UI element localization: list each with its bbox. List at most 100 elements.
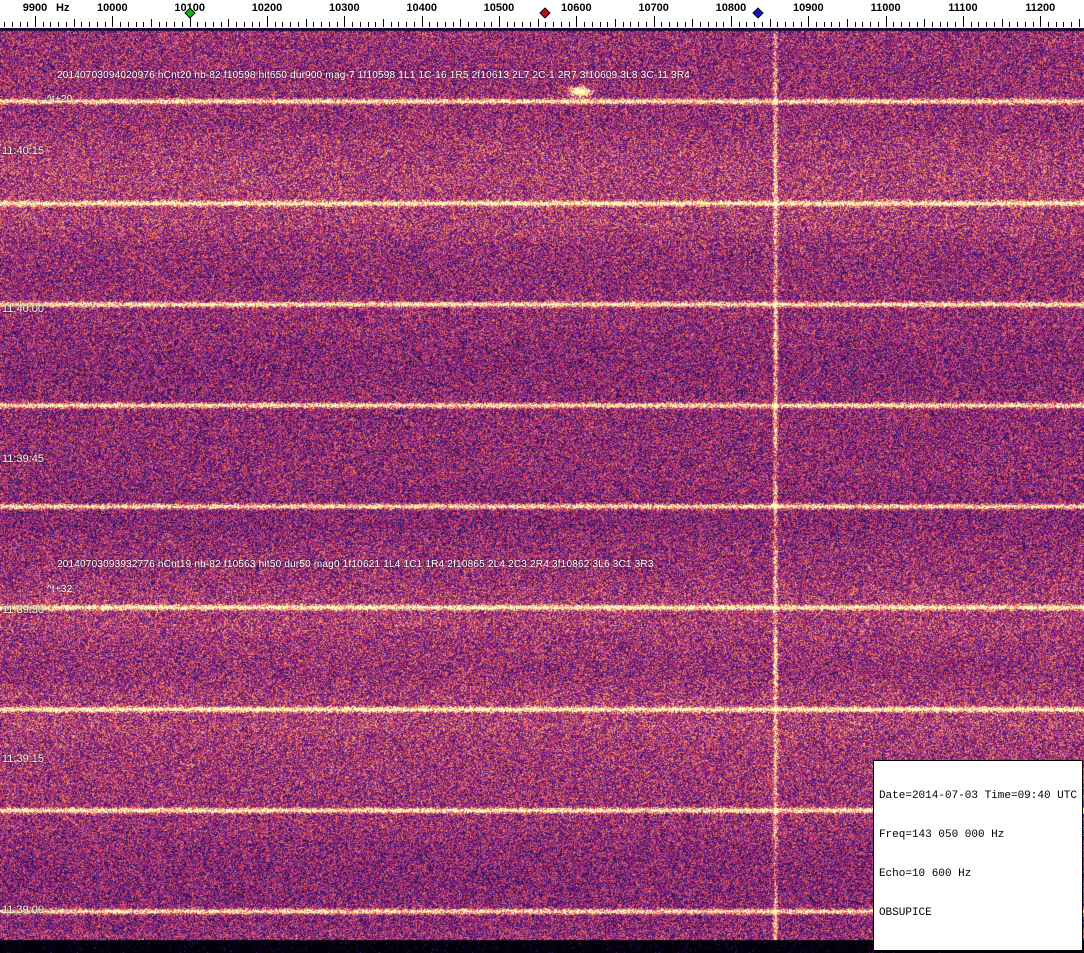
ruler-tick xyxy=(429,22,430,27)
ruler-tick xyxy=(151,19,152,27)
ruler-tick xyxy=(685,22,686,27)
ruler-tick xyxy=(267,16,268,27)
ruler-tick xyxy=(166,22,167,27)
ruler-tick xyxy=(839,22,840,27)
ruler-tick xyxy=(955,22,956,27)
ruler-tick xyxy=(793,22,794,27)
ruler-tick xyxy=(692,19,693,27)
ruler-label: 10600 xyxy=(561,2,592,14)
ruler-tick xyxy=(105,22,106,27)
ruler-tick xyxy=(368,22,369,27)
ruler-tick xyxy=(909,22,910,27)
ruler-tick xyxy=(437,22,438,27)
ruler-tick xyxy=(646,22,647,27)
ruler-tick xyxy=(360,22,361,27)
ruler-tick xyxy=(855,22,856,27)
ruler-tick xyxy=(50,22,51,27)
ruler-tick xyxy=(136,22,137,27)
ruler-unit-label: Hz xyxy=(56,2,69,14)
blue-frequency-marker-diamond[interactable] xyxy=(752,7,763,18)
ruler-tick xyxy=(66,22,67,27)
ruler-tick xyxy=(12,22,13,27)
ruler-tick xyxy=(313,22,314,27)
ruler-tick xyxy=(128,22,129,27)
ruler-tick xyxy=(89,22,90,27)
ruler-tick xyxy=(4,22,5,27)
ruler-tick xyxy=(81,22,82,27)
ruler-label: 10800 xyxy=(716,2,747,14)
ruler-tick xyxy=(739,22,740,27)
ruler-tick xyxy=(669,22,670,27)
info-line-date-time: Date=2014-07-03 Time=09:40 UTC xyxy=(879,790,1077,803)
ruler-tick xyxy=(762,22,763,27)
ruler-tick xyxy=(213,22,214,27)
ruler-tick xyxy=(886,16,887,27)
ruler-tick xyxy=(994,22,995,27)
ruler-label: 10300 xyxy=(329,2,360,14)
ruler-tick xyxy=(414,22,415,27)
detection-annotation: 20140703094020976 hCnt20 nb-82 f10598 hi… xyxy=(57,70,690,81)
ruler-tick xyxy=(35,16,36,27)
ruler-tick xyxy=(1040,16,1041,27)
ruler-tick xyxy=(623,22,624,27)
ruler-tick xyxy=(507,22,508,27)
ruler-tick xyxy=(221,22,222,27)
ruler-tick xyxy=(445,22,446,27)
ruler-tick xyxy=(785,22,786,27)
ruler-tick xyxy=(870,22,871,27)
ruler-tick xyxy=(878,22,879,27)
ruler-tick xyxy=(700,22,701,27)
frequency-ruler: 9900100001010010200103001040010500106001… xyxy=(0,0,1084,28)
ruler-tick xyxy=(275,22,276,27)
ruler-tick xyxy=(607,22,608,27)
ruler-label: 10900 xyxy=(793,2,824,14)
ruler-tick xyxy=(1009,22,1010,27)
ruler-tick xyxy=(398,22,399,27)
ruler-tick xyxy=(259,22,260,27)
ruler-tick xyxy=(1048,22,1049,27)
ruler-tick xyxy=(252,22,253,27)
red-frequency-marker-diamond[interactable] xyxy=(540,7,551,18)
ruler-tick xyxy=(375,22,376,27)
ruler-tick xyxy=(708,22,709,27)
ruler-tick xyxy=(584,22,585,27)
ruler-tick xyxy=(569,22,570,27)
ruler-tick xyxy=(770,19,771,27)
ruler-tick xyxy=(654,16,655,27)
ruler-tick xyxy=(453,22,454,27)
ruler-label: 11200 xyxy=(1025,2,1055,14)
info-line-station: OBSUPICE xyxy=(879,907,1077,920)
ruler-tick xyxy=(777,22,778,27)
ruler-tick xyxy=(244,22,245,27)
ruler-tick xyxy=(97,22,98,27)
ruler-tick xyxy=(182,22,183,27)
ruler-tick xyxy=(986,22,987,27)
ruler-tick xyxy=(1002,19,1003,27)
info-line-frequency: Freq=143 050 000 Hz xyxy=(879,829,1077,842)
ruler-tick xyxy=(917,22,918,27)
ruler-tick xyxy=(143,22,144,27)
ruler-tick xyxy=(58,22,59,27)
detection-annotation: 20140703093932776 hCnt19 nb-82 f10563 hi… xyxy=(57,559,654,570)
ruler-tick xyxy=(27,22,28,27)
ruler-label: 10500 xyxy=(484,2,515,14)
ruler-label: 10200 xyxy=(252,2,283,14)
ruler-tick xyxy=(391,22,392,27)
ruler-tick xyxy=(901,22,902,27)
ruler-tick xyxy=(947,22,948,27)
ruler-tick xyxy=(383,19,384,27)
ruler-tick xyxy=(847,19,848,27)
time-label: 11:39:00 xyxy=(2,904,44,916)
ruler-tick xyxy=(159,22,160,27)
ruler-tick xyxy=(406,22,407,27)
ruler-label: 11100 xyxy=(948,2,977,14)
ruler-tick xyxy=(963,16,964,27)
ruler-tick xyxy=(329,22,330,27)
ruler-tick xyxy=(352,22,353,27)
ruler-tick xyxy=(862,22,863,27)
ruler-tick xyxy=(205,22,206,27)
meteor-echo-spectrogram-app: 9900100001010010200103001040010500106001… xyxy=(0,0,1084,953)
ruler-tick xyxy=(746,22,747,27)
ruler-label: 10400 xyxy=(406,2,437,14)
time-label: 11:39:30 xyxy=(2,604,44,616)
